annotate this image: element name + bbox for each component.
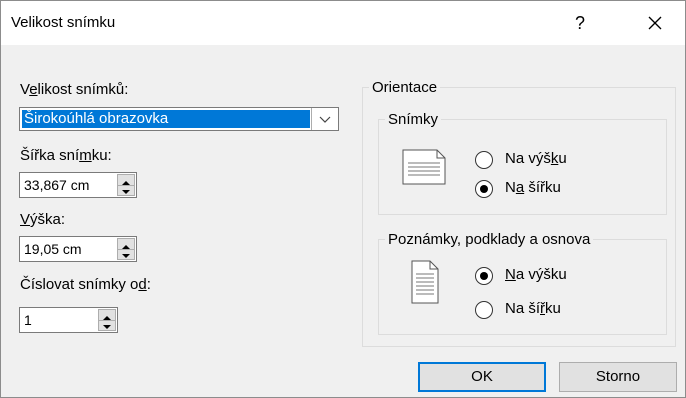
numbering-label: Číslovat snímky od: bbox=[20, 276, 151, 293]
slides-landscape-label[interactable]: Na šířku bbox=[505, 179, 561, 196]
height-spin-buttons bbox=[117, 238, 135, 260]
notes-orientation-title: Poznámky, podklady a osnova bbox=[388, 231, 591, 248]
height-decrease-button[interactable] bbox=[118, 249, 134, 259]
numbering-stepper[interactable]: 1 bbox=[19, 307, 118, 333]
slide-size-dropdown-button[interactable] bbox=[311, 108, 338, 130]
title-bar: Velikost snímku ? bbox=[1, 1, 685, 45]
landscape-page-icon bbox=[402, 149, 446, 185]
slide-size-selected-value: Širokoúhlá obrazovka bbox=[22, 110, 310, 128]
height-value[interactable]: 19,05 cm bbox=[24, 241, 82, 257]
chevron-down-icon bbox=[319, 116, 331, 123]
notes-landscape-label[interactable]: Na šířku bbox=[505, 300, 561, 317]
slides-orientation-title: Snímky bbox=[388, 111, 439, 128]
help-button[interactable]: ? bbox=[569, 11, 591, 35]
notes-landscape-radio[interactable] bbox=[475, 301, 493, 319]
close-button[interactable] bbox=[641, 9, 669, 37]
slides-portrait-label[interactable]: Na výšku bbox=[505, 150, 567, 167]
orientation-title: Orientace bbox=[372, 79, 438, 96]
triangle-down-icon bbox=[122, 254, 130, 258]
slides-portrait-radio[interactable] bbox=[475, 151, 493, 169]
cancel-button[interactable]: Storno bbox=[559, 362, 677, 392]
numbering-decrease-button[interactable] bbox=[99, 320, 115, 330]
triangle-down-icon bbox=[122, 190, 130, 194]
numbering-value[interactable]: 1 bbox=[24, 312, 32, 328]
portrait-page-icon bbox=[411, 260, 439, 304]
slides-landscape-radio[interactable] bbox=[475, 180, 493, 198]
slide-size-label: Velikost snímků: bbox=[20, 81, 129, 98]
notes-portrait-label[interactable]: Na výšku bbox=[505, 266, 567, 283]
dialog-title: Velikost snímku bbox=[11, 14, 116, 31]
width-decrease-button[interactable] bbox=[118, 185, 134, 195]
close-icon bbox=[648, 16, 662, 30]
ok-button[interactable]: OK bbox=[418, 362, 546, 392]
width-stepper[interactable]: 33,867 cm bbox=[19, 172, 137, 198]
width-spin-buttons bbox=[117, 174, 135, 196]
width-label: Šířka snímku: bbox=[20, 147, 112, 164]
slide-size-dialog: Velikost snímku ? Velikost snímků: Širok… bbox=[0, 0, 686, 398]
height-label: Výška: bbox=[20, 211, 66, 228]
triangle-down-icon bbox=[103, 325, 111, 329]
notes-portrait-radio[interactable] bbox=[475, 267, 493, 285]
slide-size-select[interactable]: Širokoúhlá obrazovka bbox=[19, 107, 339, 131]
width-value[interactable]: 33,867 cm bbox=[24, 177, 89, 193]
height-stepper[interactable]: 19,05 cm bbox=[19, 236, 137, 262]
numbering-spin-buttons bbox=[98, 309, 116, 331]
